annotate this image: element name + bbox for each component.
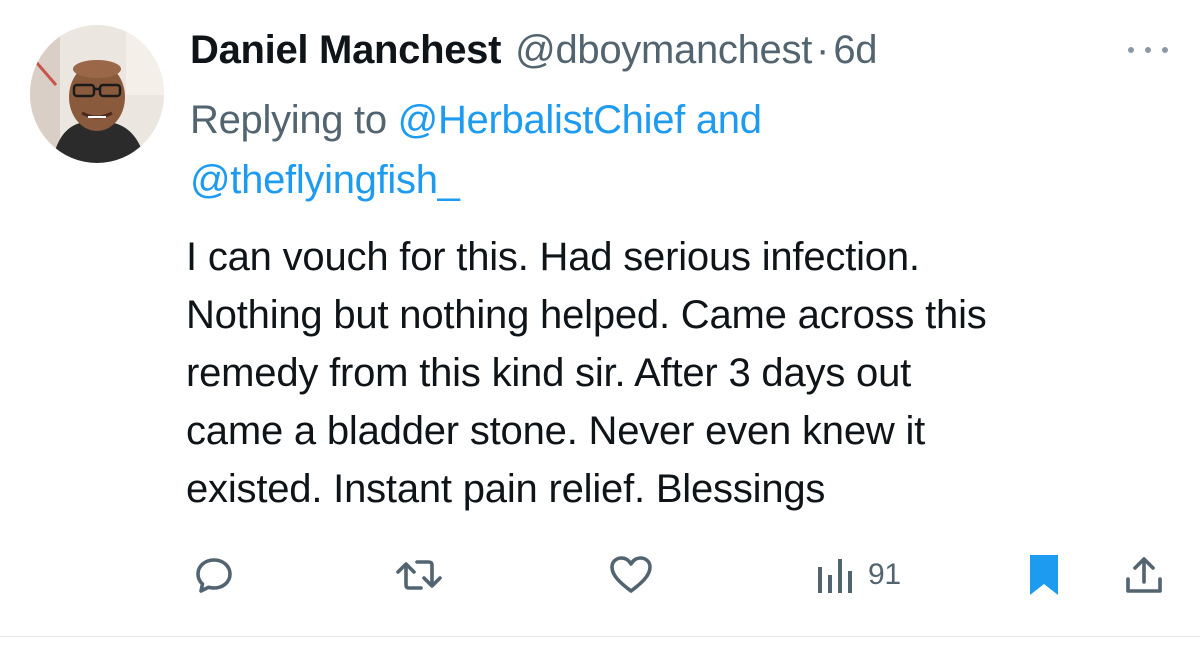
mention-theflyingfish[interactable]: @theflyingfish_ [190, 158, 460, 202]
timestamp[interactable]: 6d [833, 27, 877, 73]
more-dot [1162, 47, 1168, 53]
tweet-text-line: came a bladder stone. Never even knew it [186, 409, 926, 453]
mention-joiner: and [695, 98, 762, 142]
share-button[interactable] [1122, 548, 1166, 602]
avatar[interactable] [30, 25, 164, 163]
replying-to: Replying to @HerbalistChief and @theflyi… [190, 90, 1150, 210]
views-button[interactable]: 91 [814, 548, 901, 602]
views-icon [818, 559, 852, 593]
action-bar: 91 [0, 540, 1200, 610]
mention-herbalistchief[interactable]: @HerbalistChief [398, 98, 686, 142]
like-button[interactable] [607, 548, 655, 602]
user-handle[interactable]: @dboymanchest [515, 27, 812, 73]
reply-button[interactable] [192, 548, 236, 602]
tweet-text: I can vouch for this. Had serious infect… [186, 228, 1176, 518]
bookmark-button[interactable] [1024, 548, 1064, 602]
avatar-photo [30, 25, 164, 163]
tweet-text-line: remedy from this kind sir. After 3 days … [186, 351, 912, 395]
more-options-icon[interactable] [1128, 44, 1168, 56]
tweet-text-line: I can vouch for this. Had serious infect… [186, 235, 920, 279]
reply-icon [196, 558, 232, 593]
retweet-button[interactable] [394, 548, 444, 602]
heart-icon [610, 556, 652, 593]
more-dot [1145, 47, 1151, 53]
tweet-text-line: existed. Instant pain relief. Blessings [186, 467, 826, 511]
replying-prefix: Replying to [190, 98, 387, 142]
display-name[interactable]: Daniel Manchest [190, 27, 501, 73]
tweet-card[interactable]: Daniel Manchest @dboymanchest · 6d Reply… [0, 0, 1200, 637]
views-count: 91 [868, 558, 901, 591]
separator-dot: · [816, 28, 830, 72]
tweet-header: Daniel Manchest @dboymanchest · 6d [190, 27, 878, 73]
bookmark-icon [1030, 555, 1058, 595]
retweet-icon [396, 560, 442, 590]
share-icon [1126, 557, 1162, 593]
more-dot [1128, 47, 1134, 53]
tweet-text-line: Nothing but nothing helped. Came across … [186, 293, 987, 337]
